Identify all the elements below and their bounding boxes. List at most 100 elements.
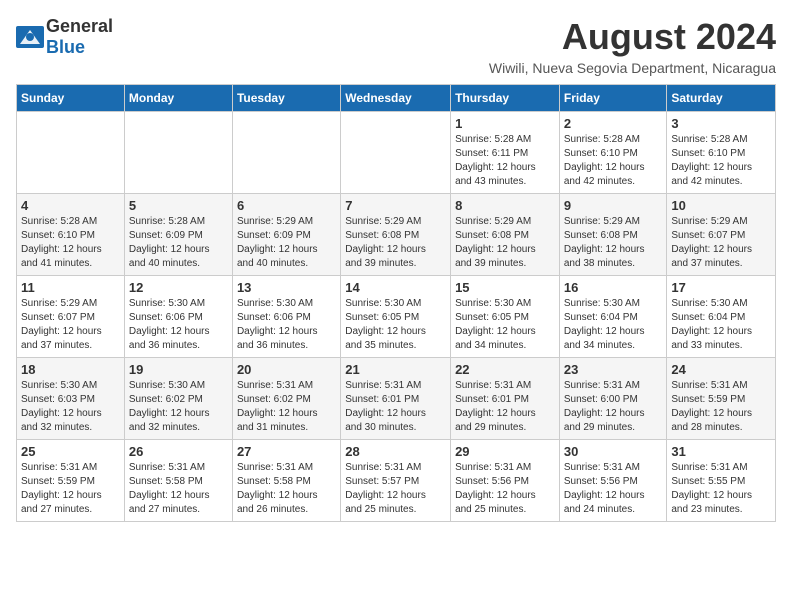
day-number: 6 bbox=[237, 198, 336, 213]
day-number: 19 bbox=[129, 362, 228, 377]
calendar-cell bbox=[341, 112, 451, 194]
week-row-2: 4 Sunrise: 5:28 AMSunset: 6:10 PMDaylight… bbox=[17, 194, 776, 276]
header: General Blue August 2024 Wiwili, Nueva S… bbox=[16, 16, 776, 76]
column-header-saturday: Saturday bbox=[667, 85, 776, 112]
day-number: 21 bbox=[345, 362, 446, 377]
day-number: 27 bbox=[237, 444, 336, 459]
calendar-cell: 28 Sunrise: 5:31 AMSunset: 5:57 PMDayligh… bbox=[341, 440, 451, 522]
week-row-3: 11 Sunrise: 5:29 AMSunset: 6:07 PMDayligh… bbox=[17, 276, 776, 358]
day-detail: Sunrise: 5:31 AMSunset: 6:00 PMDaylight:… bbox=[564, 379, 663, 435]
logo-icon bbox=[16, 26, 44, 48]
day-number: 20 bbox=[237, 362, 336, 377]
column-header-thursday: Thursday bbox=[451, 85, 560, 112]
column-header-wednesday: Wednesday bbox=[341, 85, 451, 112]
day-detail: Sunrise: 5:29 AMSunset: 6:08 PMDaylight:… bbox=[455, 215, 555, 271]
day-number: 29 bbox=[455, 444, 555, 459]
calendar-cell: 14 Sunrise: 5:30 AMSunset: 6:05 PMDayligh… bbox=[341, 276, 451, 358]
day-detail: Sunrise: 5:31 AMSunset: 6:01 PMDaylight:… bbox=[345, 379, 446, 435]
day-detail: Sunrise: 5:28 AMSunset: 6:11 PMDaylight:… bbox=[455, 133, 555, 189]
calendar-cell: 24 Sunrise: 5:31 AMSunset: 5:59 PMDayligh… bbox=[667, 358, 776, 440]
day-detail: Sunrise: 5:31 AMSunset: 5:58 PMDaylight:… bbox=[237, 461, 336, 517]
week-row-4: 18 Sunrise: 5:30 AMSunset: 6:03 PMDayligh… bbox=[17, 358, 776, 440]
day-number: 1 bbox=[455, 116, 555, 131]
calendar-cell: 13 Sunrise: 5:30 AMSunset: 6:06 PMDayligh… bbox=[232, 276, 340, 358]
day-number: 11 bbox=[21, 280, 120, 295]
calendar-cell: 23Sunrise: 5:31 AMSunset: 6:00 PMDayligh… bbox=[559, 358, 667, 440]
day-detail: Sunrise: 5:30 AMSunset: 6:05 PMDaylight:… bbox=[455, 297, 555, 353]
day-detail: Sunrise: 5:31 AMSunset: 5:56 PMDaylight:… bbox=[455, 461, 555, 517]
calendar-cell: 2Sunrise: 5:28 AMSunset: 6:10 PMDaylight… bbox=[559, 112, 667, 194]
calendar-cell: 4 Sunrise: 5:28 AMSunset: 6:10 PMDaylight… bbox=[17, 194, 125, 276]
calendar-cell: 19 Sunrise: 5:30 AMSunset: 6:02 PMDayligh… bbox=[124, 358, 232, 440]
week-row-5: 25Sunrise: 5:31 AMSunset: 5:59 PMDayligh… bbox=[17, 440, 776, 522]
calendar-cell bbox=[17, 112, 125, 194]
day-number: 26 bbox=[129, 444, 228, 459]
day-detail: Sunrise: 5:30 AMSunset: 6:05 PMDaylight:… bbox=[345, 297, 446, 353]
day-detail: Sunrise: 5:28 AMSunset: 6:10 PMDaylight:… bbox=[564, 133, 663, 189]
calendar-cell: 25Sunrise: 5:31 AMSunset: 5:59 PMDayligh… bbox=[17, 440, 125, 522]
day-number: 13 bbox=[237, 280, 336, 295]
calendar-cell: 18 Sunrise: 5:30 AMSunset: 6:03 PMDayligh… bbox=[17, 358, 125, 440]
calendar-cell: 6 Sunrise: 5:29 AMSunset: 6:09 PMDaylight… bbox=[232, 194, 340, 276]
calendar-cell: 20 Sunrise: 5:31 AMSunset: 6:02 PMDayligh… bbox=[232, 358, 340, 440]
calendar-cell: 9 Sunrise: 5:29 AMSunset: 6:08 PMDaylight… bbox=[559, 194, 667, 276]
day-detail: Sunrise: 5:30 AMSunset: 6:04 PMDaylight:… bbox=[564, 297, 663, 353]
calendar-cell: 27 Sunrise: 5:31 AMSunset: 5:58 PMDayligh… bbox=[232, 440, 340, 522]
day-detail: Sunrise: 5:31 AMSunset: 6:02 PMDaylight:… bbox=[237, 379, 336, 435]
day-detail: Sunrise: 5:29 AMSunset: 6:09 PMDaylight:… bbox=[237, 215, 336, 271]
day-number: 14 bbox=[345, 280, 446, 295]
day-detail: Sunrise: 5:30 AMSunset: 6:06 PMDaylight:… bbox=[129, 297, 228, 353]
day-detail: Sunrise: 5:31 AMSunset: 6:01 PMDaylight:… bbox=[455, 379, 555, 435]
day-number: 3 bbox=[671, 116, 771, 131]
day-number: 4 bbox=[21, 198, 120, 213]
day-detail: Sunrise: 5:31 AMSunset: 5:59 PMDaylight:… bbox=[671, 379, 771, 435]
calendar-cell: 26 Sunrise: 5:31 AMSunset: 5:58 PMDayligh… bbox=[124, 440, 232, 522]
calendar-table: SundayMondayTuesdayWednesdayThursdayFrid… bbox=[16, 84, 776, 522]
calendar-cell bbox=[232, 112, 340, 194]
calendar-cell: 3Sunrise: 5:28 AMSunset: 6:10 PMDaylight… bbox=[667, 112, 776, 194]
day-number: 18 bbox=[21, 362, 120, 377]
day-number: 7 bbox=[345, 198, 446, 213]
day-detail: Sunrise: 5:29 AMSunset: 6:08 PMDaylight:… bbox=[564, 215, 663, 271]
day-detail: Sunrise: 5:29 AMSunset: 6:07 PMDaylight:… bbox=[671, 215, 771, 271]
day-detail: Sunrise: 5:28 AMSunset: 6:10 PMDaylight:… bbox=[21, 215, 120, 271]
calendar-cell: 15 Sunrise: 5:30 AMSunset: 6:05 PMDayligh… bbox=[451, 276, 560, 358]
day-detail: Sunrise: 5:29 AMSunset: 6:07 PMDaylight:… bbox=[21, 297, 120, 353]
day-number: 12 bbox=[129, 280, 228, 295]
day-number: 15 bbox=[455, 280, 555, 295]
column-header-sunday: Sunday bbox=[17, 85, 125, 112]
calendar-cell: 29 Sunrise: 5:31 AMSunset: 5:56 PMDayligh… bbox=[451, 440, 560, 522]
calendar-cell: 10Sunrise: 5:29 AMSunset: 6:07 PMDayligh… bbox=[667, 194, 776, 276]
day-detail: Sunrise: 5:31 AMSunset: 5:55 PMDaylight:… bbox=[671, 461, 771, 517]
day-detail: Sunrise: 5:31 AMSunset: 5:58 PMDaylight:… bbox=[129, 461, 228, 517]
calendar-cell: 22 Sunrise: 5:31 AMSunset: 6:01 PMDayligh… bbox=[451, 358, 560, 440]
calendar-cell: 31Sunrise: 5:31 AMSunset: 5:55 PMDayligh… bbox=[667, 440, 776, 522]
day-number: 22 bbox=[455, 362, 555, 377]
day-detail: Sunrise: 5:31 AMSunset: 5:57 PMDaylight:… bbox=[345, 461, 446, 517]
day-detail: Sunrise: 5:29 AMSunset: 6:08 PMDaylight:… bbox=[345, 215, 446, 271]
day-number: 24 bbox=[671, 362, 771, 377]
day-number: 16 bbox=[564, 280, 663, 295]
calendar-cell: 21 Sunrise: 5:31 AMSunset: 6:01 PMDayligh… bbox=[341, 358, 451, 440]
day-number: 25 bbox=[21, 444, 120, 459]
title-area: August 2024 Wiwili, Nueva Segovia Depart… bbox=[489, 16, 776, 76]
month-title: August 2024 bbox=[489, 16, 776, 58]
calendar-cell: 30 Sunrise: 5:31 AMSunset: 5:56 PMDayligh… bbox=[559, 440, 667, 522]
calendar-cell bbox=[124, 112, 232, 194]
calendar-cell: 5Sunrise: 5:28 AMSunset: 6:09 PMDaylight… bbox=[124, 194, 232, 276]
day-detail: Sunrise: 5:31 AMSunset: 5:56 PMDaylight:… bbox=[564, 461, 663, 517]
day-number: 17 bbox=[671, 280, 771, 295]
calendar-cell: 17Sunrise: 5:30 AMSunset: 6:04 PMDayligh… bbox=[667, 276, 776, 358]
column-header-friday: Friday bbox=[559, 85, 667, 112]
day-detail: Sunrise: 5:30 AMSunset: 6:03 PMDaylight:… bbox=[21, 379, 120, 435]
calendar-cell: 12 Sunrise: 5:30 AMSunset: 6:06 PMDayligh… bbox=[124, 276, 232, 358]
day-detail: Sunrise: 5:30 AMSunset: 6:06 PMDaylight:… bbox=[237, 297, 336, 353]
day-number: 28 bbox=[345, 444, 446, 459]
logo: General Blue bbox=[16, 16, 113, 58]
column-header-monday: Monday bbox=[124, 85, 232, 112]
column-header-tuesday: Tuesday bbox=[232, 85, 340, 112]
day-number: 9 bbox=[564, 198, 663, 213]
day-detail: Sunrise: 5:28 AMSunset: 6:09 PMDaylight:… bbox=[129, 215, 228, 271]
day-detail: Sunrise: 5:30 AMSunset: 6:02 PMDaylight:… bbox=[129, 379, 228, 435]
day-number: 30 bbox=[564, 444, 663, 459]
